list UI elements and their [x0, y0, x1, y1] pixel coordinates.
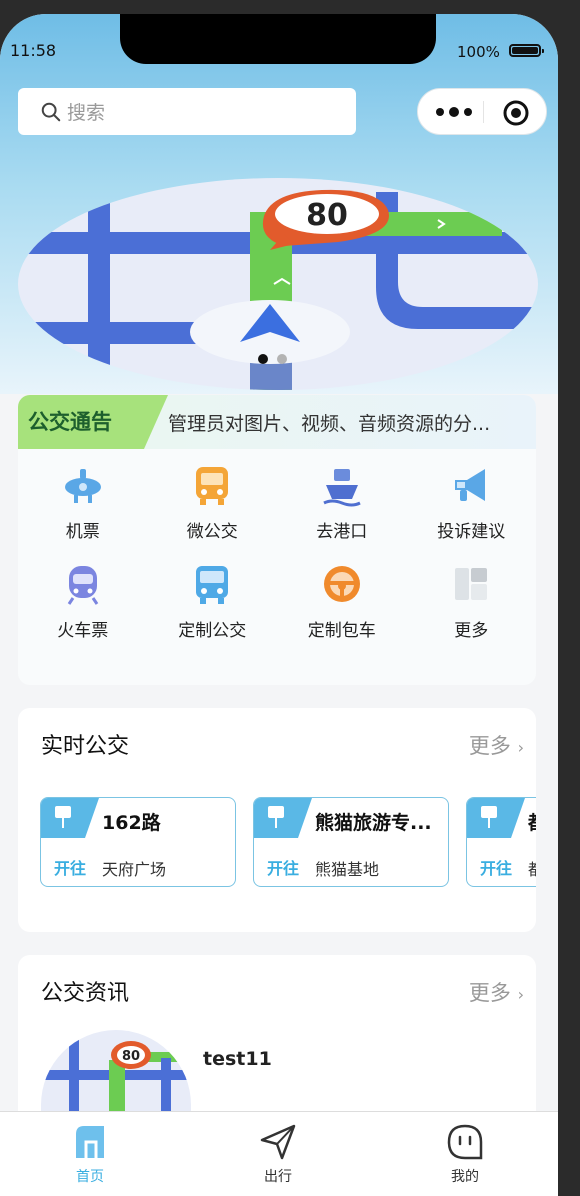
quick-link-train[interactable]: 火车票 [18, 562, 148, 641]
quick-link-grid: 机票 微公交 去港口 投诉建议 火车票 定制公交 定制包车 更多 [18, 463, 536, 641]
news-item-title[interactable]: test11 [203, 1048, 272, 1070]
chevron-right-icon: › [517, 738, 524, 757]
ship-icon [323, 469, 361, 507]
chevron-right-icon: › [517, 985, 524, 1004]
bus-stop-icon [254, 798, 312, 838]
quick-link-more[interactable]: 更多 [407, 562, 537, 641]
plane-icon [64, 469, 101, 503]
search-icon [41, 102, 61, 121]
device-notch [120, 14, 436, 64]
speed-limit-sign: 80 [306, 198, 348, 233]
carousel-indicator[interactable] [258, 354, 287, 364]
realtime-bus-title: 实时公交 [41, 734, 130, 759]
more-dots-icon[interactable] [434, 106, 474, 118]
phone-screen: 11:58 100% 搜索 80 公交通告 管理员对图片、视频、音频资源的分..… [0, 14, 558, 1196]
news-title: 公交资讯 [41, 981, 130, 1006]
route-card[interactable]: 熊猫旅游专... 开往 熊猫基地 [253, 797, 449, 887]
news-more-link[interactable]: 更多 › [469, 977, 524, 1007]
status-time: 11:58 [10, 41, 57, 60]
route-list[interactable]: 162路 开往 天府广场 熊猫旅游专... 开往 熊猫基地 都 开往 都 [40, 797, 536, 889]
battery-percentage: 100% [457, 43, 500, 61]
quick-link-plane[interactable]: 机票 [18, 463, 148, 542]
svg-text:80: 80 [122, 1049, 140, 1064]
tab-travel[interactable]: 出行 [228, 1112, 328, 1186]
route-card[interactable]: 都 开往 都 [466, 797, 536, 887]
profile-icon [447, 1124, 483, 1160]
realtime-bus-card: 实时公交 更多 › 162路 开往 天府广场 熊猫旅游专... 开往 熊猫基地 … [18, 708, 536, 932]
steering-wheel-icon [323, 566, 360, 602]
svg-text:公交通告: 公交通告 [28, 410, 112, 434]
quick-link-charter[interactable]: 定制包车 [277, 562, 407, 641]
close-miniprogram-icon[interactable] [502, 99, 530, 127]
realtime-bus-more-link[interactable]: 更多 › [469, 730, 524, 760]
train-icon [67, 566, 98, 605]
notice-text[interactable]: 管理员对图片、视频、音频资源的分... [168, 409, 528, 436]
quick-link-port[interactable]: 去港口 [277, 463, 407, 542]
tab-bar: 首页 出行 我的 [0, 1111, 558, 1196]
bus-stop-icon [41, 798, 99, 838]
tab-home[interactable]: 首页 [40, 1112, 140, 1186]
home-icon [76, 1126, 104, 1158]
route-card[interactable]: 162路 开往 天府广场 [40, 797, 236, 887]
custom-bus-icon [196, 566, 229, 604]
tab-mine[interactable]: 我的 [415, 1112, 515, 1186]
navigation-icon [260, 1124, 296, 1160]
search-input[interactable]: 搜索 [67, 98, 105, 125]
search-box[interactable]: 搜索 [18, 88, 356, 135]
grid-icon [455, 568, 488, 600]
megaphone-icon [455, 469, 486, 501]
quick-link-custom-bus[interactable]: 定制公交 [148, 562, 278, 641]
battery-icon [509, 44, 544, 57]
notice-tag: 公交通告 [18, 395, 168, 449]
notice-card: 公交通告 管理员对图片、视频、音频资源的分... 机票 微公交 去港口 投诉建议 [18, 395, 536, 685]
bus-icon [196, 467, 229, 505]
quick-link-micro-bus[interactable]: 微公交 [148, 463, 278, 542]
miniprogram-capsule [417, 88, 547, 135]
quick-link-complaint[interactable]: 投诉建议 [407, 463, 537, 542]
bus-stop-icon [467, 798, 525, 838]
